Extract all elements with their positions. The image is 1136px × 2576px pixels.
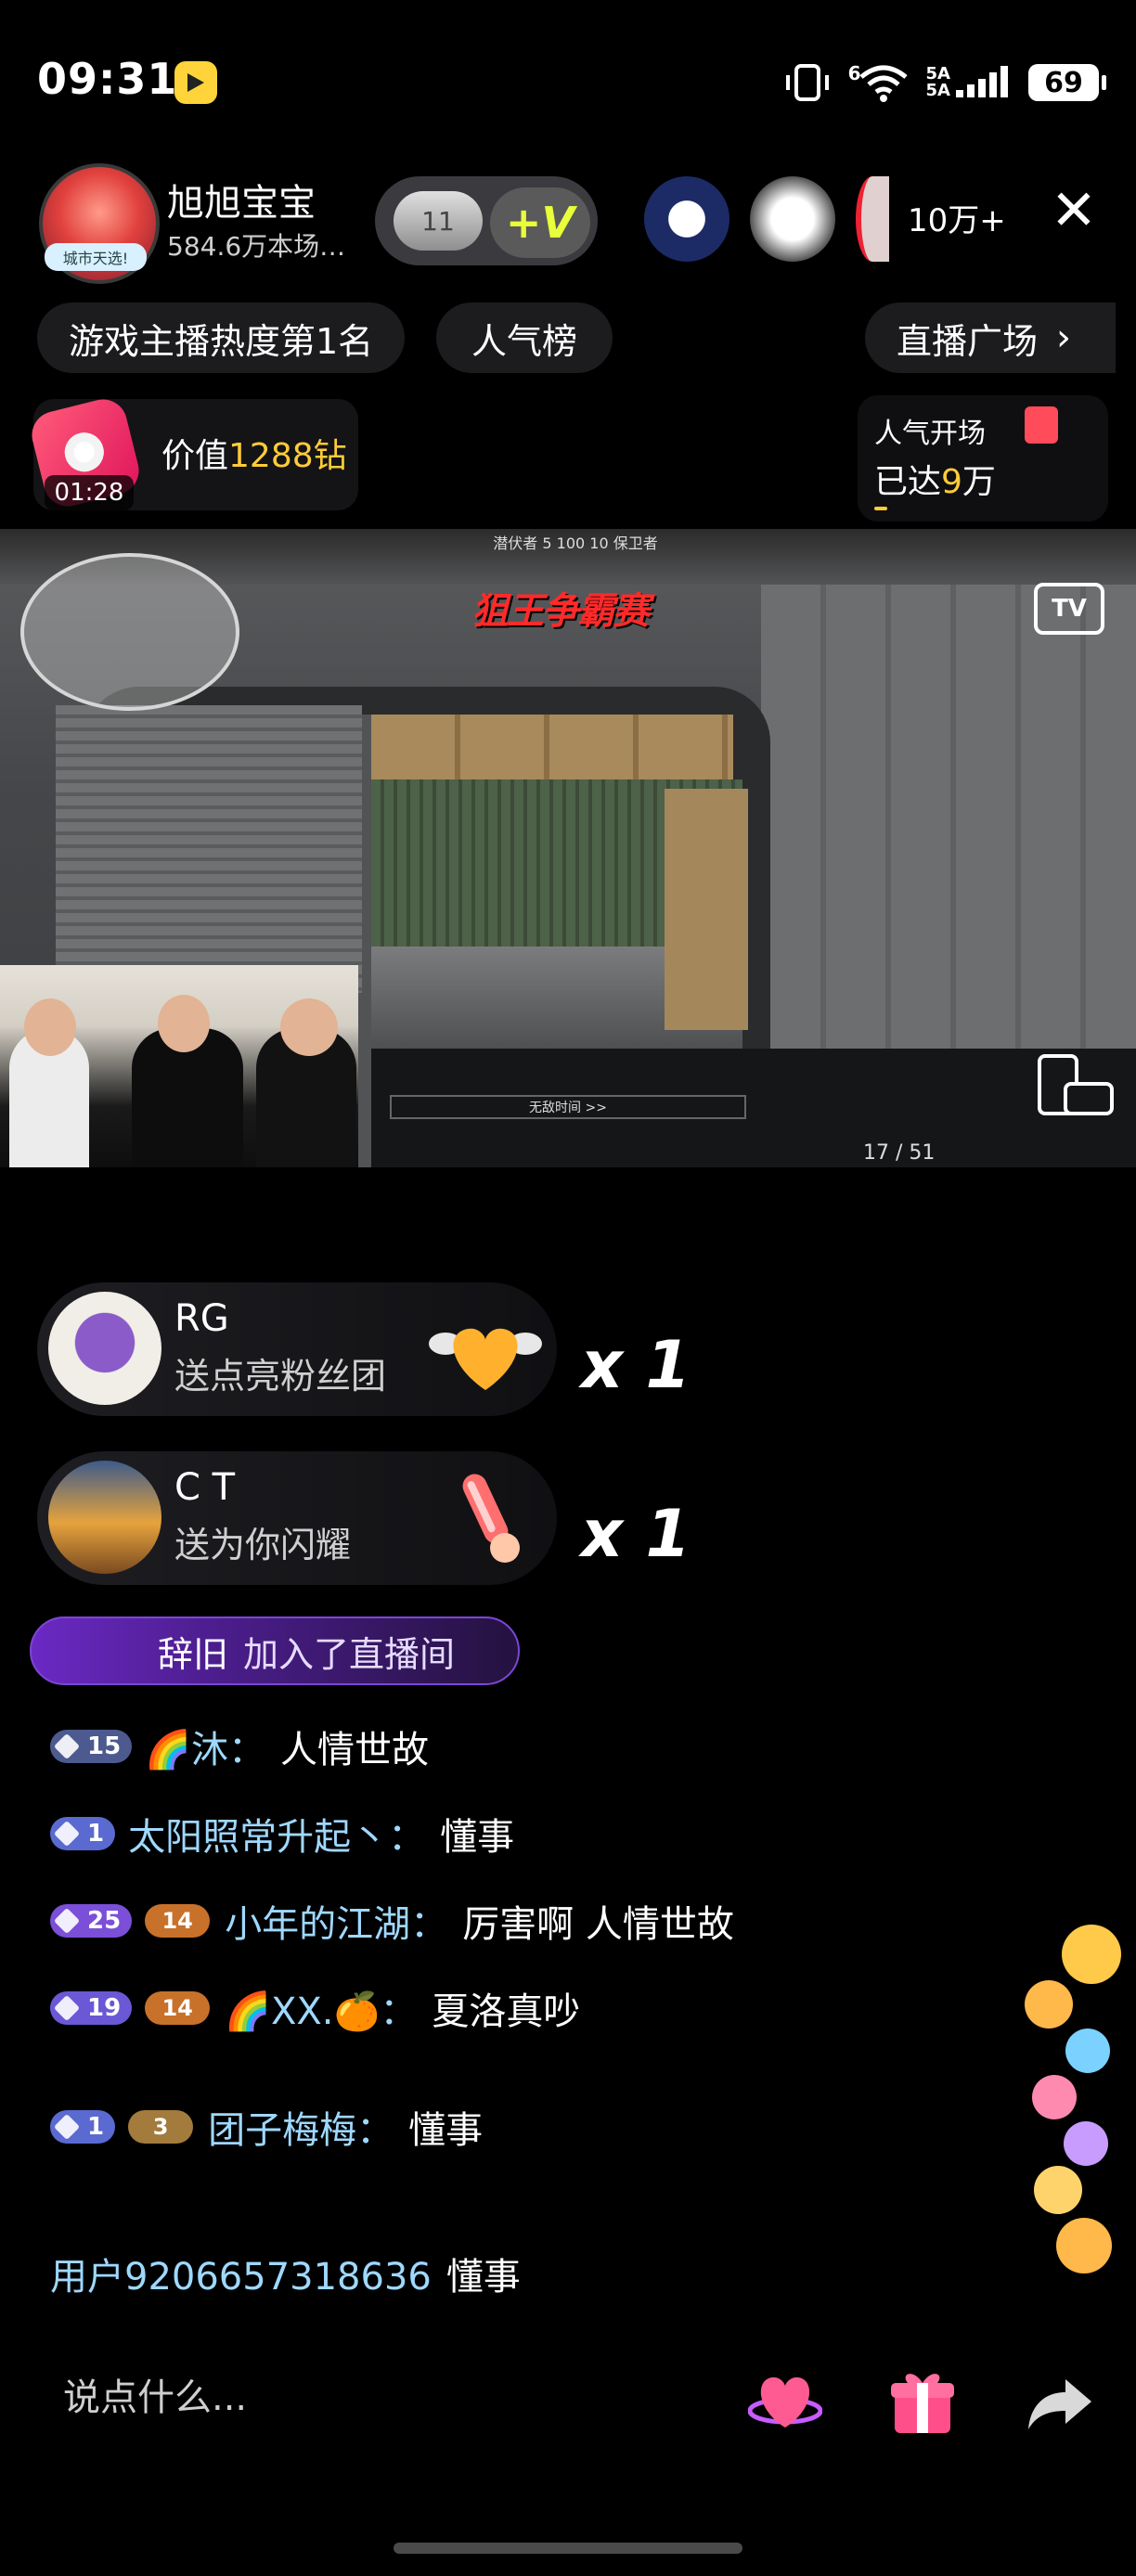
- gift-user-avatar[interactable]: [48, 1461, 161, 1574]
- chat-text: 懂事: [440, 1816, 515, 1859]
- viewer-avatar-3[interactable]: [856, 176, 889, 262]
- game-score-line: 潜伏者 5 100 10 保卫者: [493, 535, 658, 552]
- heart-planet-icon[interactable]: [748, 2364, 822, 2439]
- chevron-right-icon: ›: [1056, 316, 1072, 359]
- chat-user[interactable]: 用户9206657318636: [50, 2247, 432, 2300]
- webcam-person-head: [280, 998, 338, 1056]
- game-hud-bar: 无敌时间 >>: [390, 1095, 746, 1119]
- game-minimap: [20, 553, 239, 711]
- status-time: 09:31: [37, 54, 178, 104]
- level-gem-icon: [53, 1907, 81, 1935]
- viewer-avatar-2[interactable]: [750, 176, 835, 262]
- gift-user-avatar[interactable]: [48, 1292, 161, 1405]
- viewer-count[interactable]: 10万+: [908, 195, 1006, 240]
- video-crate: [665, 789, 748, 1030]
- home-indicator[interactable]: [394, 2543, 742, 2554]
- popularity-rank-chip[interactable]: 人气榜: [436, 303, 613, 373]
- popularity-value: 已达9万: [874, 463, 996, 501]
- webcam-person-head: [158, 995, 210, 1052]
- level-gem-icon: [53, 2113, 81, 2141]
- gift-user-name: C T: [174, 1466, 236, 1509]
- status-indicators: 6 5A 5A 69: [783, 59, 1106, 106]
- game-ammo: 17 / 51: [863, 1141, 936, 1165]
- level-gem-icon: [53, 1820, 81, 1848]
- viewer-avatar-1[interactable]: [644, 176, 729, 262]
- streamer-name[interactable]: 旭旭宝宝: [167, 173, 316, 226]
- glow-stick-gift-icon: [462, 1474, 520, 1563]
- chat-user[interactable]: 🌈XX.🍊：: [225, 1981, 417, 2035]
- user-level-badge: 15: [50, 1730, 133, 1763]
- chat-message[interactable]: 15 🌈沐： 人情世故: [50, 1719, 429, 1774]
- live-plaza-chip[interactable]: 直播广场 ›: [865, 303, 1116, 373]
- fan-level-badge[interactable]: 11: [394, 191, 483, 251]
- chat-user[interactable]: 太阳照常升起丶：: [128, 1807, 425, 1861]
- chat-message[interactable]: 19 14 🌈XX.🍊： 夏洛真吵: [50, 1980, 580, 2036]
- share-icon[interactable]: [1023, 2364, 1097, 2439]
- tournament-logo: 狙王争霸赛: [471, 590, 650, 633]
- chat-message[interactable]: 用户9206657318636 懂事: [50, 2246, 521, 2301]
- chat-user[interactable]: 小年的江湖：: [225, 1894, 447, 1948]
- chat-text: 人情世故: [280, 1729, 429, 1771]
- popularity-progress: [874, 507, 887, 510]
- video-shutter: [56, 705, 362, 993]
- user-level-badge: 1: [50, 1817, 116, 1850]
- user-level-badge: 25: [50, 1904, 133, 1938]
- gift-timer: 01:28: [45, 475, 134, 510]
- fan-club-badge: 14: [145, 1991, 211, 2025]
- user-level-badge: 1: [50, 2110, 116, 2144]
- heart-gift-icon: [429, 1328, 542, 1390]
- vibrate-icon: [785, 64, 829, 101]
- chat-text: 懂事: [408, 2109, 484, 2152]
- chat-text: 厉害啊 人情世故: [462, 1903, 734, 1946]
- avatar-tag: 城市天选!: [45, 243, 147, 271]
- join-text: 加入了直播间: [243, 1633, 456, 1675]
- chat-user[interactable]: 🌈沐：: [145, 1719, 265, 1773]
- level-gem-icon: [53, 1732, 81, 1760]
- rotate-screen-icon-landscape[interactable]: [1064, 1082, 1114, 1115]
- gift-count: x 1: [581, 1496, 691, 1572]
- battery-icon: 69: [1028, 64, 1106, 101]
- chat-message[interactable]: 25 14 小年的江湖： 厉害啊 人情世故: [50, 1893, 734, 1949]
- hot-rank-chip[interactable]: 游戏主播热度第1名: [37, 303, 406, 373]
- live-video[interactable]: 潜伏者 5 100 10 保卫者 狙王争霸赛 无敌时间 >> 17 / 51 T…: [0, 529, 1136, 1167]
- plus-v-badge[interactable]: +V: [490, 187, 590, 258]
- chat-text: 夏洛真吵: [432, 1990, 581, 2033]
- comment-input[interactable]: 说点什么...: [37, 2348, 724, 2441]
- like-reactions-icon: [1025, 1925, 1121, 2273]
- fan-club-badge: 14: [145, 1904, 211, 1938]
- gift-icon[interactable]: [885, 2364, 960, 2439]
- level-gem-icon: [53, 1994, 81, 2022]
- close-icon[interactable]: ✕: [1047, 183, 1101, 238]
- chat-user[interactable]: 团子梅梅：: [208, 2100, 394, 2154]
- join-user[interactable]: 辞旧: [158, 1626, 228, 1677]
- chat-text: 懂事: [445, 2256, 521, 2299]
- gift-text: 送点亮粉丝团: [174, 1356, 387, 1397]
- gift-text: 送为你闪耀: [174, 1525, 352, 1565]
- fan-club-badge: 3: [128, 2110, 194, 2144]
- wifi-icon: 6: [848, 62, 910, 103]
- plaza-label: 直播广场: [897, 320, 1039, 362]
- chat-message[interactable]: 1 太阳照常升起丶： 懂事: [50, 1806, 514, 1861]
- join-notice: 辞旧 加入了直播间: [30, 1616, 520, 1685]
- webcam-person-head: [24, 998, 76, 1056]
- gift-box-icon: [1025, 406, 1058, 444]
- video-crates: [371, 715, 733, 783]
- streamer-webcam: [0, 965, 358, 1167]
- streamer-stats: 584.6万本场…: [167, 231, 346, 262]
- gift-user-name: RG: [174, 1297, 229, 1340]
- media-app-icon: [174, 61, 217, 104]
- popularity-title: 人气开场: [874, 418, 986, 450]
- user-level-badge: 19: [50, 1991, 133, 2025]
- chat-message[interactable]: 1 3 团子梅梅： 懂事: [50, 2099, 483, 2155]
- tv-cast-icon[interactable]: TV: [1034, 583, 1104, 635]
- cell-signal-icon: 5A 5A: [926, 64, 1012, 101]
- gift-count: x 1: [581, 1327, 691, 1403]
- gift-value: 价值1288钻: [161, 437, 347, 475]
